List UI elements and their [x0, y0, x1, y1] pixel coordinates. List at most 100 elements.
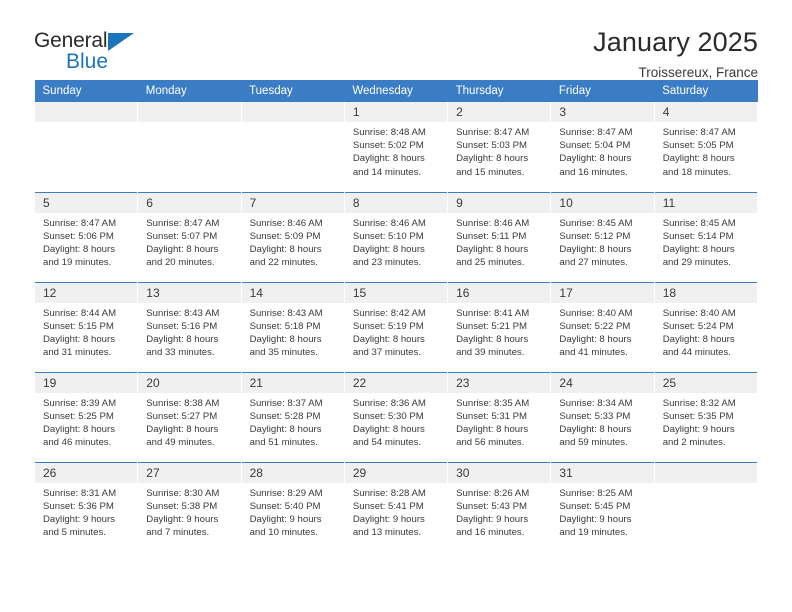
day-sun-info: Sunrise: 8:32 AM Sunset: 5:35 PM Daylight:… — [655, 393, 757, 450]
sunrise-text: Sunrise: 8:45 AM — [559, 217, 633, 229]
calendar-day-cell[interactable]: 10 Sunrise: 8:45 AM Sunset: 5:12 PM Dayligh… — [550, 191, 655, 282]
sunset-text: Sunset: 5:19 PM — [352, 320, 424, 332]
day-number: 9 — [448, 192, 551, 213]
calendar-day-cell[interactable]: 23 Sunrise: 8:35 AM Sunset: 5:31 PM Dayligh… — [447, 371, 552, 462]
calendar-day-cell[interactable]: 27 Sunrise: 8:30 AM Sunset: 5:38 PM Dayligh… — [137, 461, 242, 552]
calendar-day-cell[interactable]: 9 Sunrise: 8:46 AM Sunset: 5:11 PM Daylight… — [447, 191, 552, 282]
daylight-text-line2: and 15 minutes. — [456, 166, 525, 178]
day-number: 13 — [138, 282, 241, 303]
sunset-text: Sunset: 5:27 PM — [146, 410, 218, 422]
sunrise-text: Sunrise: 8:40 AM — [662, 307, 736, 319]
daylight-text-line2: and 22 minutes. — [249, 257, 318, 269]
daylight-text-line2: and 13 minutes. — [352, 527, 422, 539]
daylight-text-line2: and 54 minutes. — [352, 437, 422, 449]
daylight-text-line2: and 51 minutes. — [249, 437, 318, 449]
daylight-text-line1: Daylight: 8 hours — [559, 423, 632, 435]
daylight-text-line1: Daylight: 8 hours — [662, 333, 735, 345]
day-sun-info: Sunrise: 8:47 AM Sunset: 5:03 PM Daylight:… — [448, 122, 550, 179]
sunset-text: Sunset: 5:16 PM — [146, 320, 218, 332]
sunrise-text: Sunrise: 8:46 AM — [249, 217, 323, 229]
calendar-day-cell[interactable]: 31 Sunrise: 8:25 AM Sunset: 5:45 PM Dayligh… — [550, 461, 655, 552]
sunset-text: Sunset: 5:31 PM — [456, 410, 528, 422]
calendar-day-cell[interactable]: 26 Sunrise: 8:31 AM Sunset: 5:36 PM Dayligh… — [33, 461, 139, 552]
sunrise-text: Sunrise: 8:44 AM — [43, 307, 117, 319]
calendar-day-cell[interactable]: 22 Sunrise: 8:36 AM Sunset: 5:30 PM Dayligh… — [343, 371, 449, 462]
day-number: 23 — [448, 372, 551, 393]
calendar-day-cell[interactable]: 25 Sunrise: 8:32 AM Sunset: 5:35 PM Dayligh… — [653, 371, 759, 462]
logo-text-blue: Blue — [66, 50, 109, 73]
calendar-day-cell[interactable]: 21 Sunrise: 8:37 AM Sunset: 5:28 PM Dayligh… — [240, 371, 345, 462]
calendar-day-cell[interactable]: 24 Sunrise: 8:34 AM Sunset: 5:33 PM Dayligh… — [550, 371, 655, 462]
day-sun-info: Sunrise: 8:38 AM Sunset: 5:27 PM Daylight:… — [138, 393, 240, 450]
weekday-header-sunday: Sunday — [34, 80, 138, 102]
calendar-day-cell[interactable]: 17 Sunrise: 8:40 AM Sunset: 5:22 PM Dayligh… — [550, 281, 655, 372]
calendar-day-cell[interactable]: 29 Sunrise: 8:28 AM Sunset: 5:41 PM Dayligh… — [343, 461, 449, 552]
sunrise-text: Sunrise: 8:48 AM — [352, 127, 426, 138]
daylight-text-line2: and 56 minutes. — [456, 437, 525, 449]
daylight-text-line1: Daylight: 8 hours — [146, 423, 219, 435]
daylight-text-line1: Daylight: 8 hours — [662, 243, 735, 255]
calendar-day-cell[interactable]: 5 Sunrise: 8:47 AM Sunset: 5:06 PM Daylight… — [33, 191, 139, 282]
daylight-text-line1: Daylight: 8 hours — [352, 423, 425, 435]
day-number: 25 — [654, 372, 757, 393]
calendar-day-cell[interactable]: 3 Sunrise: 8:47 AM Sunset: 5:04 PM Daylight… — [550, 102, 655, 192]
calendar-day-cell[interactable]: 14 Sunrise: 8:43 AM Sunset: 5:18 PM Dayligh… — [240, 281, 345, 372]
day-number: 30 — [448, 462, 551, 483]
sunset-text: Sunset: 5:33 PM — [559, 410, 631, 422]
daylight-text-line2: and 23 minutes. — [352, 257, 422, 269]
day-sun-info: Sunrise: 8:46 AM Sunset: 5:09 PM Daylight:… — [242, 213, 344, 270]
calendar-day-cell[interactable]: 19 Sunrise: 8:39 AM Sunset: 5:25 PM Dayligh… — [33, 371, 139, 462]
sunrise-text: Sunrise: 8:39 AM — [43, 397, 117, 409]
calendar-body: 1 Sunrise: 8:48 AM Sunset: 5:02 PM Daylight… — [33, 102, 759, 552]
calendar-day-cell[interactable]: 8 Sunrise: 8:46 AM Sunset: 5:10 PM Daylight… — [343, 191, 449, 282]
sunrise-text: Sunrise: 8:46 AM — [456, 217, 530, 229]
calendar-header-row: Sunday Monday Tuesday Wednesday Thursday Frid… — [34, 80, 758, 102]
sunrise-text: Sunrise: 8:34 AM — [559, 397, 633, 409]
daylight-text-line2: and 2 minutes. — [662, 437, 726, 449]
daylight-text-line1: Daylight: 8 hours — [456, 153, 529, 165]
daylight-text-line1: Daylight: 9 hours — [249, 513, 322, 525]
calendar-day-cell[interactable]: 16 Sunrise: 8:41 AM Sunset: 5:21 PM Dayligh… — [447, 281, 552, 372]
general-blue-logo[interactable]: General Blue — [34, 26, 154, 78]
day-number: 15 — [344, 282, 448, 303]
day-sun-info: Sunrise: 8:47 AM Sunset: 5:04 PM Daylight:… — [551, 122, 653, 179]
calendar-day-cell[interactable]: 18 Sunrise: 8:40 AM Sunset: 5:24 PM Dayligh… — [653, 281, 759, 372]
day-sun-info: Sunrise: 8:31 AM Sunset: 5:36 PM Daylight:… — [35, 483, 137, 540]
day-number: 2 — [448, 102, 551, 122]
calendar-day-cell[interactable]: 15 Sunrise: 8:42 AM Sunset: 5:19 PM Dayligh… — [343, 281, 449, 372]
calendar-day-cell[interactable]: 30 Sunrise: 8:26 AM Sunset: 5:43 PM Dayligh… — [447, 461, 552, 552]
daylight-text-line2: and 39 minutes. — [456, 347, 525, 359]
day-number: 3 — [551, 102, 654, 122]
daylight-text-line2: and 10 minutes. — [249, 527, 318, 539]
day-number: 24 — [551, 372, 654, 393]
calendar-day-cell[interactable]: 2 Sunrise: 8:47 AM Sunset: 5:03 PM Daylight… — [447, 102, 552, 192]
daylight-text-line2: and 20 minutes. — [146, 257, 215, 269]
sunset-text: Sunset: 5:05 PM — [662, 140, 734, 152]
calendar-day-cell[interactable]: 12 Sunrise: 8:44 AM Sunset: 5:15 PM Dayligh… — [33, 281, 139, 372]
daylight-text-line2: and 19 minutes. — [43, 257, 112, 269]
calendar-day-cell[interactable]: 1 Sunrise: 8:48 AM Sunset: 5:02 PM Daylight… — [343, 102, 449, 192]
calendar-day-cell[interactable]: 28 Sunrise: 8:29 AM Sunset: 5:40 PM Dayligh… — [240, 461, 345, 552]
day-sun-info: Sunrise: 8:46 AM Sunset: 5:10 PM Daylight:… — [345, 213, 447, 270]
daylight-text-line2: and 7 minutes. — [146, 527, 210, 539]
calendar-day-cell[interactable]: 11 Sunrise: 8:45 AM Sunset: 5:14 PM Dayligh… — [653, 191, 759, 282]
day-sun-info: Sunrise: 8:41 AM Sunset: 5:21 PM Daylight:… — [448, 303, 550, 360]
day-number: 28 — [241, 462, 344, 483]
sunrise-text: Sunrise: 8:38 AM — [146, 397, 220, 409]
sunset-text: Sunset: 5:07 PM — [146, 230, 218, 242]
day-sun-info: Sunrise: 8:44 AM Sunset: 5:15 PM Daylight:… — [35, 303, 137, 360]
day-sun-info: Sunrise: 8:26 AM Sunset: 5:43 PM Daylight:… — [448, 483, 550, 540]
sunset-text: Sunset: 5:22 PM — [559, 320, 631, 332]
calendar-day-cell[interactable]: 7 Sunrise: 8:46 AM Sunset: 5:09 PM Daylight… — [240, 191, 345, 282]
calendar-day-cell[interactable]: 13 Sunrise: 8:43 AM Sunset: 5:16 PM Dayligh… — [137, 281, 242, 372]
day-number: 6 — [138, 192, 241, 213]
day-sun-info: Sunrise: 8:39 AM Sunset: 5:25 PM Daylight:… — [35, 393, 137, 450]
calendar-day-cell[interactable]: 6 Sunrise: 8:47 AM Sunset: 5:07 PM Daylight… — [137, 191, 242, 282]
day-sun-info: Sunrise: 8:28 AM Sunset: 5:41 PM Daylight:… — [345, 483, 447, 540]
calendar-day-cell[interactable]: 4 Sunrise: 8:47 AM Sunset: 5:05 PM Daylight… — [653, 102, 759, 192]
day-number: 4 — [654, 102, 757, 122]
weekday-header-saturday: Saturday — [654, 80, 758, 102]
triangle-right-icon — [108, 33, 134, 51]
day-number: 22 — [344, 372, 448, 393]
calendar-day-cell[interactable]: 20 Sunrise: 8:38 AM Sunset: 5:27 PM Dayligh… — [137, 371, 242, 462]
